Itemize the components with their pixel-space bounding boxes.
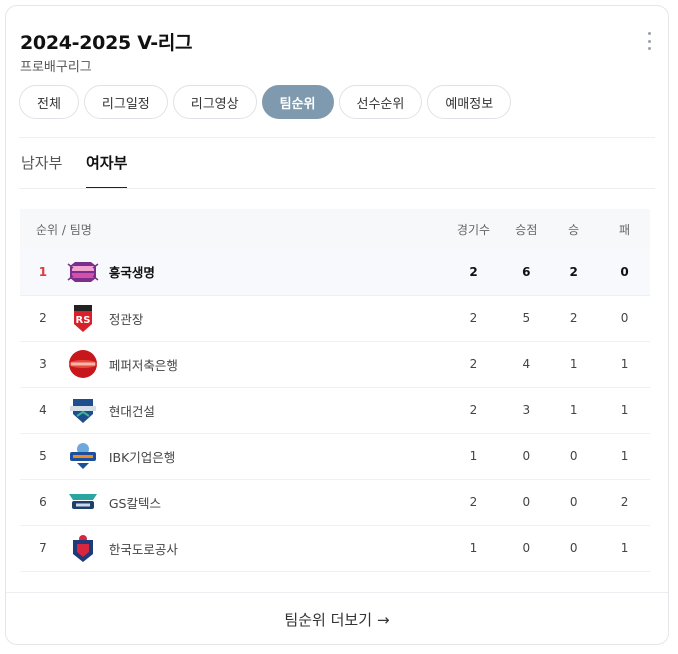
points: 5 [522, 311, 531, 325]
hipass-logo-icon [72, 535, 93, 562]
losses: 1 [620, 449, 629, 463]
team-name[interactable]: IBK기업은행 [109, 447, 175, 466]
games: 1 [469, 449, 478, 463]
league-subtitle: 프로배구리그 [20, 60, 92, 75]
arrow-right-icon: → [377, 610, 390, 629]
games: 1 [469, 541, 478, 555]
points: 0 [522, 449, 531, 463]
points: 0 [522, 541, 531, 555]
rank: 2 [39, 311, 47, 325]
rank: 5 [39, 449, 47, 463]
table-row[interactable]: 5 IBK기업은행 1 0 0 1 [20, 433, 650, 479]
wins: 1 [569, 357, 578, 371]
more-options-icon[interactable] [644, 32, 654, 50]
team-name[interactable]: 정관장 [109, 309, 144, 328]
wins: 0 [569, 495, 578, 509]
volleyball-league-card: 2024-2025 V-리그 프로배구리그 전체 리그일정 리그영상 팀순위 선… [5, 5, 669, 645]
tab-all[interactable]: 전체 [19, 85, 79, 119]
tab-tickets[interactable]: 예매정보 [427, 85, 512, 119]
wins: 2 [569, 264, 578, 279]
standings-table: 순위 / 팀명 경기수 승점 승 패 1 흥국생명 2 6 2 0 2 RS 정… [20, 209, 650, 572]
table-row[interactable]: 7 한국도로공사 1 0 0 1 [20, 525, 650, 571]
losses: 1 [620, 541, 629, 555]
svg-text:RS: RS [75, 315, 90, 326]
header-losses: 패 [619, 222, 631, 237]
wins: 0 [569, 541, 578, 555]
games: 2 [469, 264, 478, 279]
gender-subtabs: 남자부 여자부 [19, 138, 655, 189]
table-row[interactable]: 1 흥국생명 2 6 2 0 [20, 249, 650, 295]
losses: 2 [620, 495, 629, 509]
subtab-men[interactable]: 남자부 [21, 138, 62, 188]
rank: 1 [38, 264, 48, 279]
rank: 3 [39, 357, 47, 371]
points: 0 [522, 495, 531, 509]
more-standings-link[interactable]: 팀순위 더보기 → [6, 593, 668, 644]
points: 3 [522, 403, 531, 417]
altos-logo-icon [69, 443, 96, 469]
more-standings-label: 팀순위 더보기 [284, 611, 372, 629]
hillstate-logo-icon [69, 399, 96, 423]
losses: 0 [620, 311, 629, 325]
rank: 7 [39, 541, 47, 555]
team-name[interactable]: 페퍼저축은행 [109, 355, 178, 374]
pinkspiders-logo-icon [67, 261, 99, 282]
divider [19, 188, 655, 189]
header-games: 경기수 [456, 222, 491, 237]
games: 2 [469, 495, 478, 509]
aipeppers-logo-icon [68, 350, 97, 378]
points: 6 [522, 264, 531, 279]
points: 4 [522, 357, 531, 371]
header-points: 승점 [515, 222, 538, 237]
league-title: 2024-2025 V-리그 [20, 32, 193, 54]
losses: 0 [620, 264, 629, 279]
games: 2 [469, 357, 478, 371]
team-name[interactable]: 현대건설 [109, 401, 155, 420]
table-header-row: 순위 / 팀명 경기수 승점 승 패 [20, 209, 650, 249]
header-wins: 승 [568, 222, 580, 237]
table-row[interactable]: 4 현대건설 2 3 1 1 [20, 387, 650, 433]
wins: 0 [569, 449, 578, 463]
tab-player-rankings[interactable]: 선수순위 [338, 85, 423, 119]
team-name[interactable]: 흥국생명 [109, 262, 155, 281]
table-row[interactable]: 2 RS 정관장 2 5 2 0 [20, 295, 650, 341]
subtab-women[interactable]: 여자부 [86, 138, 128, 189]
wins: 2 [569, 311, 578, 325]
losses: 1 [620, 357, 629, 371]
league-tabs: 전체 리그일정 리그영상 팀순위 선수순위 예매정보 [19, 85, 512, 119]
rank: 6 [39, 495, 47, 509]
tab-team-standings[interactable]: 팀순위 [261, 85, 334, 119]
team-name[interactable]: 한국도로공사 [109, 539, 178, 558]
redsparks-logo-icon: RS [73, 305, 92, 332]
tab-videos[interactable]: 리그영상 [172, 85, 257, 119]
losses: 1 [620, 403, 629, 417]
wins: 1 [569, 403, 578, 417]
team-name[interactable]: GS칼텍스 [109, 493, 161, 512]
header-rank-team: 순위 / 팀명 [36, 222, 92, 237]
rank: 4 [39, 403, 47, 417]
kixx-logo-icon [68, 494, 97, 509]
table-row[interactable]: 6 GS칼텍스 2 0 0 2 [20, 479, 650, 525]
tab-schedule[interactable]: 리그일정 [83, 85, 168, 119]
table-row[interactable]: 3 페퍼저축은행 2 4 1 1 [20, 341, 650, 387]
games: 2 [469, 403, 478, 417]
games: 2 [469, 311, 478, 325]
